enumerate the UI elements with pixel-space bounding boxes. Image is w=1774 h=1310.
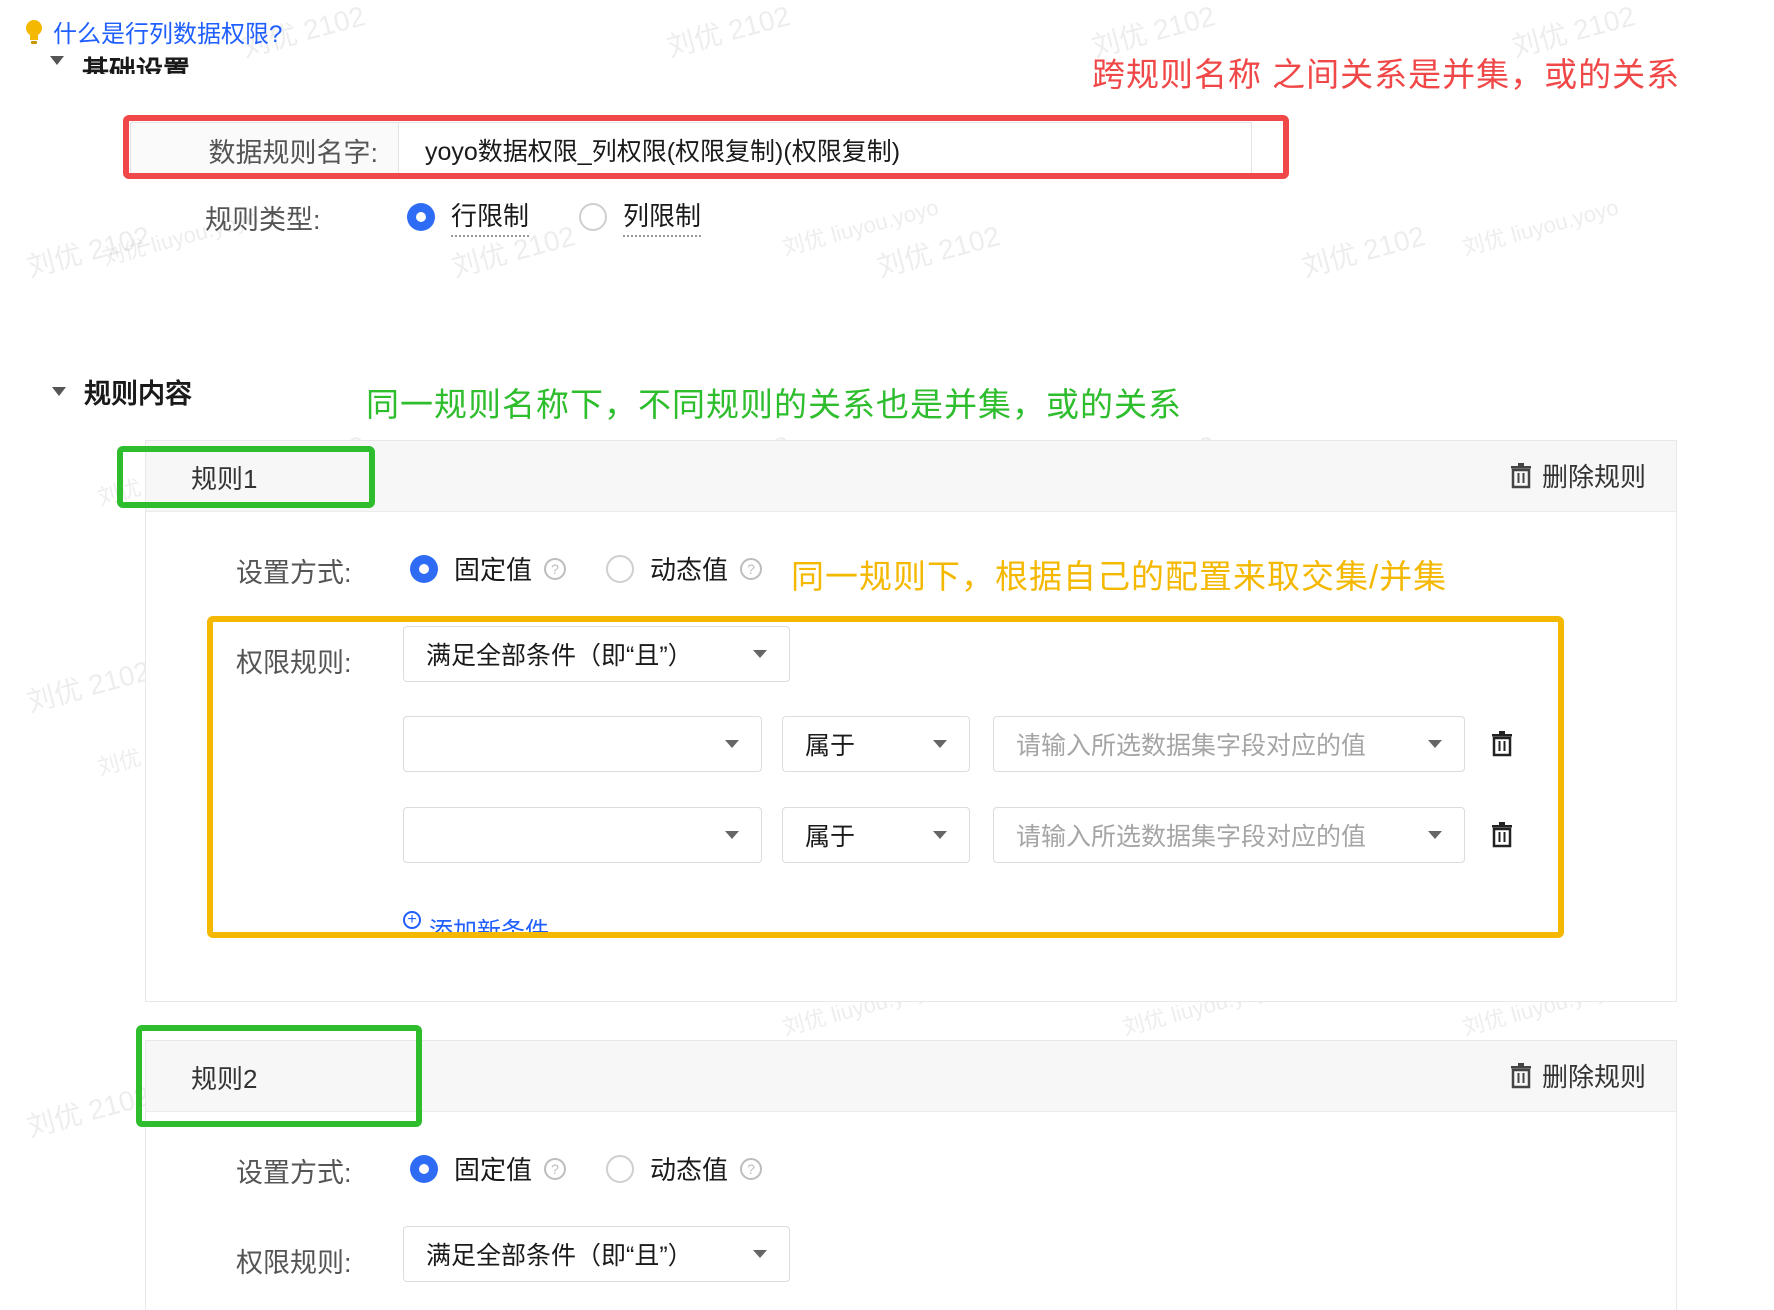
watermark: 刘优 liuyou.yoyo — [779, 194, 942, 261]
help-question-icon[interactable]: ? — [740, 557, 763, 580]
annotation-box-yellow — [207, 616, 1564, 938]
watermark: 刘优 2102 — [873, 220, 1004, 283]
help-question-icon[interactable]: ? — [544, 1157, 567, 1180]
trash-icon — [1510, 462, 1531, 488]
collapse-caret-icon — [50, 55, 64, 65]
annotation-text-red: 跨规则名称 之间关系是并集，或的关系 — [1092, 56, 1681, 93]
help-link-row[interactable]: 什么是行列数据权限? — [25, 14, 282, 49]
radio-unchecked-icon — [579, 202, 608, 231]
radio-unchecked-icon — [606, 554, 635, 583]
watermark: 刘优 2102 — [23, 220, 154, 283]
radio-label: 列限制 — [623, 196, 702, 237]
mode-label: 设置方式: — [236, 558, 352, 588]
help-question-icon[interactable]: ? — [740, 1157, 763, 1180]
rule-card-header: 规则1 删除规则 — [146, 441, 1676, 512]
annotation-box-green-rule2 — [136, 1025, 422, 1127]
radio-label: 固定值 — [454, 555, 533, 585]
radio-label: 动态值 — [650, 555, 729, 585]
radio-checked-icon — [407, 202, 435, 231]
radio-row-limit[interactable]: 行限制 — [407, 196, 530, 237]
radio-label: 行限制 — [451, 196, 530, 237]
watermark: 刘优 2102 — [23, 655, 154, 718]
help-link[interactable]: 什么是行列数据权限? — [53, 14, 282, 49]
watermark: 刘优 2102 — [663, 0, 794, 63]
mode-radio-group: 固定值 ? 动态值 ? — [410, 1150, 763, 1187]
annotation-text-yellow: 同一规则下，根据自己的配置来取交集/并集 — [791, 558, 1448, 595]
rule-type-radio-group: 行限制 列限制 — [407, 196, 702, 237]
radio-dynamic-value[interactable]: 动态值 ? — [606, 1150, 763, 1187]
trash-icon — [1510, 1062, 1531, 1088]
radio-unchecked-icon — [606, 1154, 635, 1183]
radio-checked-icon — [410, 554, 438, 583]
rule-type-label: 规则类型: — [205, 205, 321, 235]
basic-settings-header[interactable]: 基础设置 — [50, 46, 190, 74]
radio-fixed-value[interactable]: 固定值 ? — [410, 550, 567, 587]
watermark: 刘优 liuyou.yoyo — [1459, 194, 1622, 261]
watermark: 刘优 2102 — [1298, 220, 1429, 283]
basic-settings-title: 基础设置 — [82, 55, 190, 75]
mode-label: 设置方式: — [236, 1158, 352, 1188]
radio-label: 动态值 — [650, 1155, 729, 1185]
annotation-text-green: 同一规则名称下，不同规则的关系也是并集，或的关系 — [366, 386, 1182, 423]
radio-label: 固定值 — [454, 1155, 533, 1185]
annotation-box-green-rule1 — [117, 446, 375, 508]
collapse-caret-icon — [52, 387, 66, 396]
delete-rule-label: 删除规则 — [1541, 462, 1646, 492]
lightbulb-icon — [26, 19, 42, 44]
watermark: 刘优 2102 — [23, 1080, 154, 1143]
mode-radio-group: 固定值 ? 动态值 ? — [410, 550, 763, 587]
delete-rule-button[interactable]: 删除规则 — [1510, 1057, 1646, 1094]
annotation-box-red — [123, 115, 1289, 179]
rule-content-title: 规则内容 — [84, 379, 192, 409]
help-question-icon[interactable]: ? — [544, 557, 567, 580]
rule-content-header[interactable]: 规则内容 — [52, 372, 192, 411]
select-value: 满足全部条件（即“且”） — [426, 1242, 693, 1270]
radio-fixed-value[interactable]: 固定值 ? — [410, 1150, 567, 1187]
delete-rule-button[interactable]: 删除规则 — [1510, 457, 1646, 494]
radio-checked-icon — [410, 1154, 438, 1183]
chevron-down-icon — [753, 1250, 767, 1258]
permission-rule-label: 权限规则: — [236, 1248, 352, 1278]
delete-rule-label: 删除规则 — [1541, 1062, 1646, 1092]
radio-dynamic-value[interactable]: 动态值 ? — [606, 550, 763, 587]
radio-column-limit[interactable]: 列限制 — [579, 196, 702, 237]
permission-rule-select[interactable]: 满足全部条件（即“且”） — [403, 1226, 790, 1282]
